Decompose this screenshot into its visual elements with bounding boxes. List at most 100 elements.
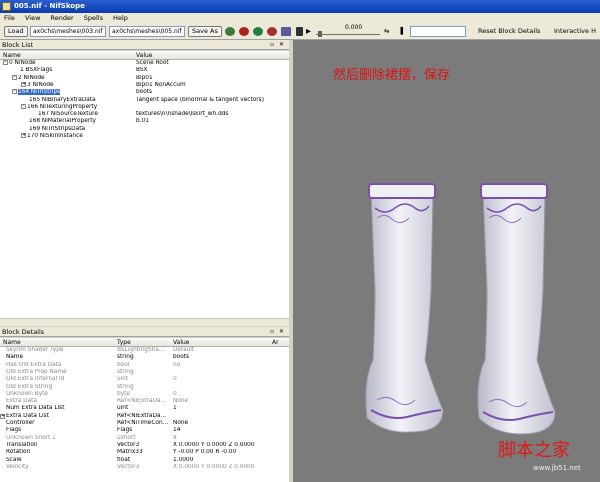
- tree-row-label: 167 NiSourceTexture: [38, 111, 98, 118]
- expand-icon[interactable]: +: [0, 413, 5, 419]
- tree-row-label: 3 NiNode: [27, 81, 54, 88]
- green-shape-icon[interactable]: [253, 27, 263, 36]
- menu-help[interactable]: Help: [109, 13, 132, 24]
- tree-row-label: 168 NiMaterialProperty: [29, 118, 96, 125]
- float-icon[interactable]: ▫: [270, 40, 274, 50]
- detail-row[interactable]: Flags Flags 14: [0, 427, 289, 434]
- detail-row[interactable]: Unknown Byte byte 0: [0, 391, 289, 398]
- detail-row[interactable]: Extra Data Ref<NiExtraDa... None: [0, 398, 289, 405]
- time-slider-track[interactable]: [316, 34, 380, 35]
- tree-row-label: 2 NiNode: [18, 74, 45, 81]
- tree-row-value: textures\n\nshade\lskirt_wh.dds: [136, 111, 229, 118]
- switch-icon[interactable]: ▐: [398, 27, 403, 36]
- red-shape-icon[interactable]: [239, 27, 249, 36]
- detail-row[interactable]: Velocity Vector3 X 0.0000 Y 0.0000 Z 0.000…: [0, 464, 289, 471]
- collapse-icon[interactable]: -: [12, 74, 17, 80]
- column-name[interactable]: Name: [3, 51, 21, 60]
- detail-row[interactable]: Translation Vector3 X 0.0000 Y 0.0000 Z 0.…: [0, 442, 289, 449]
- detail-name: Controller: [6, 420, 35, 426]
- sequence-select[interactable]: [410, 26, 466, 37]
- tree-row[interactable]: -164 NiTriStrips boots: [0, 89, 289, 96]
- block-list-scrollbar[interactable]: [0, 318, 289, 326]
- menu-view[interactable]: View: [21, 13, 44, 24]
- detail-row[interactable]: Scale float 1.0000: [0, 457, 289, 464]
- tree-row-name: 167 NiSourceTexture: [30, 111, 133, 118]
- block-details-header: Block Details ▫ ✕: [0, 327, 289, 337]
- detail-row[interactable]: Extra Data List Ref<NiExtraDa... +: [0, 413, 289, 420]
- time-slider-handle[interactable]: [318, 31, 322, 37]
- interactive-help-button[interactable]: Interactive H: [554, 27, 596, 36]
- tree-row-label: 0 NiNode: [9, 60, 36, 66]
- toolbar: Load ax0chs\meshes\003.nif ax0chs\meshes…: [0, 24, 600, 40]
- lips-icon[interactable]: [267, 27, 277, 36]
- column-array[interactable]: Ar: [272, 338, 279, 347]
- detail-value: 14: [173, 427, 181, 434]
- render-viewport[interactable]: 然后删除裙摆，保存 脚本之家 www.jb51.net: [293, 40, 600, 482]
- dropdown-arrow-icon[interactable]: [296, 27, 303, 36]
- detail-row[interactable]: Rotation Matrix33 Y -0.00 P 0.00 R -0.00: [0, 449, 289, 456]
- detail-row[interactable]: Old Extra String string: [0, 384, 289, 391]
- detail-row[interactable]: Num Extra Data List uint 1: [0, 405, 289, 412]
- save-path-field[interactable]: ax0chs\meshes\005.nif: [109, 26, 185, 37]
- block-list-header: Block List ▫ ✕: [0, 40, 289, 50]
- detail-row[interactable]: Controller Ref<NiTimeCon... None: [0, 420, 289, 427]
- tree-row-name: -166 NiTexturingProperty: [21, 103, 133, 111]
- loop-icon[interactable]: ⇆: [384, 27, 389, 36]
- column-name[interactable]: Name: [3, 338, 21, 347]
- detail-name: Flags: [6, 427, 22, 434]
- column-type[interactable]: Type: [117, 338, 131, 347]
- menu-bar: File View Render Spells Help: [0, 13, 600, 24]
- close-icon[interactable]: ✕: [279, 327, 284, 337]
- expand-icon[interactable]: +: [21, 133, 26, 138]
- detail-value: Default: [173, 347, 195, 353]
- collapse-icon[interactable]: -: [12, 89, 17, 95]
- block-list-tree[interactable]: -0 NiNode Scene Root 1 BSXFlags BSX -2 NiNod…: [0, 60, 289, 318]
- collapse-icon[interactable]: -: [21, 103, 26, 109]
- save-as-button[interactable]: Save As: [188, 26, 222, 37]
- tree-row[interactable]: +3 NiNode Bip01 NonAccum: [0, 81, 289, 89]
- tree-row-value: Bip01 NonAccum: [136, 81, 186, 88]
- grid-icon[interactable]: [281, 27, 291, 36]
- detail-value: 1: [173, 405, 177, 412]
- menu-file[interactable]: File: [0, 13, 19, 24]
- tree-row[interactable]: 1 BSXFlags BSX: [0, 67, 289, 74]
- detail-row[interactable]: Has Old Extra Data bool no: [0, 362, 289, 369]
- menu-spells[interactable]: Spells: [80, 13, 107, 24]
- tree-row[interactable]: -0 NiNode Scene Root: [0, 60, 289, 67]
- column-value[interactable]: Value: [173, 338, 189, 347]
- tree-row[interactable]: 168 NiMaterialProperty b.01: [0, 118, 289, 125]
- detail-type: Vector3: [117, 441, 140, 448]
- detail-value: no: [173, 361, 181, 368]
- tree-row[interactable]: -166 NiTexturingProperty: [0, 103, 289, 111]
- detail-row[interactable]: Unknown Short 1 ushort 8: [0, 435, 289, 442]
- detail-value: 0: [173, 390, 177, 397]
- detail-name: Old Extra Prop Name: [6, 368, 67, 375]
- detail-row[interactable]: Old Extra Prop Name string: [0, 369, 289, 376]
- collapse-icon[interactable]: -: [3, 60, 8, 65]
- column-value[interactable]: Value: [136, 51, 152, 60]
- block-details-table[interactable]: Skyrim Shader Type BSLightingSha... Defaul…: [0, 347, 289, 482]
- detail-type: float: [117, 456, 131, 463]
- load-button[interactable]: Load: [4, 26, 28, 37]
- detail-row[interactable]: Old Extra Internal Id uint 0: [0, 376, 289, 383]
- tree-row[interactable]: +170 NiSkinInstance: [0, 133, 289, 140]
- tree-row[interactable]: 167 NiSourceTexture textures\n\nshade\lsk…: [0, 111, 289, 118]
- tree-row[interactable]: 169 NiTriStripsData: [0, 126, 289, 133]
- reset-block-details-button[interactable]: Reset Block Details: [478, 27, 540, 36]
- detail-row[interactable]: Skyrim Shader Type BSLightingSha... Defaul…: [0, 347, 289, 354]
- detail-value: X 0.0000 Y 0.0000 Z 0.0000: [173, 441, 255, 448]
- play-icon[interactable]: ▶: [306, 27, 311, 36]
- right-boot: [477, 183, 556, 435]
- detail-row[interactable]: Name string boots: [0, 354, 289, 361]
- load-path-field[interactable]: ax0chs\meshes\003.nif: [30, 26, 106, 37]
- tree-row[interactable]: -2 NiNode Bip01: [0, 74, 289, 82]
- close-icon[interactable]: ✕: [279, 40, 284, 50]
- menu-render[interactable]: Render: [46, 13, 77, 24]
- tree-row-value: Tangent space (binormal & tangent vector…: [136, 96, 264, 103]
- detail-type: uint: [117, 405, 129, 412]
- float-icon[interactable]: ▫: [270, 327, 274, 337]
- tree-row[interactable]: 165 NiBinaryExtraData Tangent space (bino…: [0, 97, 289, 104]
- expand-icon[interactable]: +: [21, 81, 26, 87]
- leaf-icon[interactable]: [225, 27, 235, 36]
- detail-name: Old Extra String: [6, 383, 53, 390]
